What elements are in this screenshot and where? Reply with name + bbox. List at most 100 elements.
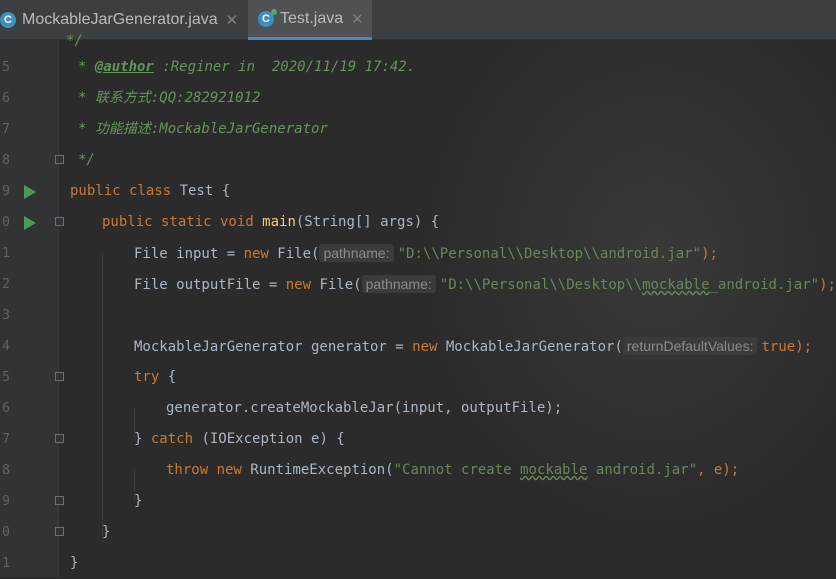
code-text: public class Test {: [70, 176, 230, 207]
string-literal: _android.jar": [709, 277, 820, 293]
line-number: 1: [2, 246, 10, 261]
code-text: * 联系方式:QQ:282921012: [78, 90, 261, 106]
executable-badge-icon: [271, 8, 277, 15]
line-number: 4: [2, 339, 10, 354]
fold-icon[interactable]: [55, 155, 64, 164]
line-number: 9: [2, 184, 10, 199]
code-line: 2 File outputFile = new File(pathname: "D…: [0, 269, 836, 300]
code-line: 9 public class Test {: [0, 176, 836, 207]
class-name: Test {: [179, 183, 231, 199]
line-number: 1: [2, 556, 10, 571]
line-number: 5: [2, 60, 10, 75]
boolean-literal: true: [761, 339, 796, 355]
comment-text: :Reginer in 2020/11/19 17:42.: [153, 59, 416, 75]
code-text: MockableJarGenerator generator = new Moc…: [134, 331, 812, 363]
line-number: 0: [2, 525, 10, 540]
comment-star: *: [78, 59, 95, 75]
code-line: 7 } catch (IOException e) {: [0, 424, 836, 455]
code-part: );: [701, 246, 718, 262]
parameter-hint: pathname:: [361, 275, 436, 293]
line-number: 6: [2, 91, 10, 106]
line-number: 6: [2, 401, 10, 416]
string-literal-typo: mockable: [520, 462, 588, 478]
code-text: try {: [134, 362, 176, 393]
fold-icon[interactable]: [55, 434, 64, 443]
close-icon[interactable]: ✕: [351, 10, 364, 28]
code-line: 1 File input = new File(pathname: "D:\\Pe…: [0, 238, 836, 269]
line-number: 7: [2, 122, 10, 137]
code-part: MockableJarGenerator(: [445, 339, 623, 355]
string-literal: "Cannot create: [393, 462, 521, 478]
line-number: 0: [2, 215, 10, 230]
code-editor[interactable]: */ 5 * @author :Reginer in 2020/11/19 17…: [0, 33, 836, 579]
code-part: File(: [319, 277, 362, 293]
keyword: new: [216, 462, 251, 478]
line-number: 9: [2, 494, 10, 509]
code-line: 8 throw new RuntimeException("Cannot cre…: [0, 455, 836, 486]
keyword: public class: [70, 183, 180, 199]
code-part: }: [134, 431, 151, 447]
run-icon[interactable]: [24, 185, 36, 199]
code-text: }: [134, 493, 143, 509]
keyword: new: [243, 246, 278, 262]
line-number: 8: [2, 463, 10, 478]
code-text: generator.createMockableJar(input, outpu…: [166, 400, 563, 416]
string-literal-typo: mockable: [642, 277, 710, 293]
string-literal: "D:\\Personal\\Desktop\\android.jar": [397, 246, 702, 262]
code-line: 5 * @author :Reginer in 2020/11/19 17:42…: [0, 52, 836, 83]
code-part: File outputFile =: [134, 277, 286, 293]
keyword: try: [134, 369, 160, 385]
code-line: 8 */: [0, 145, 836, 176]
code-text: * 功能描述:MockableJarGenerator: [78, 121, 328, 137]
code-text: }: [70, 555, 79, 571]
code-text: } catch (IOException e) {: [134, 424, 345, 455]
code-part: (IOException e) {: [193, 431, 345, 447]
parameter-hint: returnDefaultValues:: [622, 337, 758, 355]
code-line: 7 * 功能描述:MockableJarGenerator: [0, 114, 836, 145]
code-part: MockableJarGenerator generator =: [134, 339, 413, 355]
string-literal: android.jar": [587, 462, 698, 478]
line-number: 2: [2, 277, 10, 292]
parameter-hint: pathname:: [319, 244, 394, 262]
run-icon[interactable]: [24, 216, 36, 230]
keyword: catch: [150, 431, 194, 447]
javadoc-tag: @author: [94, 59, 154, 75]
tab-label: Test.java: [280, 9, 344, 27]
code-text: File input = new File(pathname: "D:\\Pers…: [134, 238, 718, 270]
keyword: new: [285, 277, 320, 293]
line-number: 8: [2, 153, 10, 168]
code-line: 1 }: [0, 548, 836, 579]
code-text: * @author :Reginer in 2020/11/19 17:42.: [78, 52, 415, 83]
code-line: 0 }: [0, 517, 836, 548]
method-params: (String[] args) {: [295, 214, 440, 230]
code-text: */: [78, 152, 95, 168]
code-line: 9 }: [0, 486, 836, 517]
fold-icon[interactable]: [55, 217, 64, 226]
fold-icon[interactable]: [55, 372, 64, 381]
code-text: public static void main(String[] args) {: [102, 207, 439, 238]
line-number: 5: [2, 370, 10, 385]
keyword: public static void: [102, 214, 263, 230]
code-line: 3: [0, 300, 836, 331]
method-name: main: [262, 214, 296, 230]
java-class-icon: C: [258, 8, 277, 27]
code-line: 5 try {: [0, 362, 836, 393]
code-line: 0 public static void main(String[] args)…: [0, 207, 836, 238]
code-part: );: [795, 339, 813, 355]
code-text: File outputFile = new File(pathname: "D:\…: [134, 269, 836, 301]
keyword: throw: [166, 462, 217, 478]
code-part: {: [159, 369, 177, 385]
fold-icon[interactable]: [55, 496, 64, 505]
code-part: File(: [277, 246, 320, 262]
code-line: 6 generator.createMockableJar(input, out…: [0, 393, 836, 424]
code-part: , e);: [697, 462, 740, 478]
line-number: 7: [2, 432, 10, 447]
string-literal: "D:\\Personal\\Desktop\\: [439, 277, 643, 293]
code-part: RuntimeException(: [250, 462, 394, 478]
code-text: }: [102, 524, 111, 540]
code-part: File input =: [134, 246, 244, 262]
fold-icon[interactable]: [55, 527, 64, 536]
code-line: 6 * 联系方式:QQ:282921012: [0, 83, 836, 114]
keyword: new: [412, 339, 446, 355]
code-line: 4 MockableJarGenerator generator = new M…: [0, 331, 836, 362]
